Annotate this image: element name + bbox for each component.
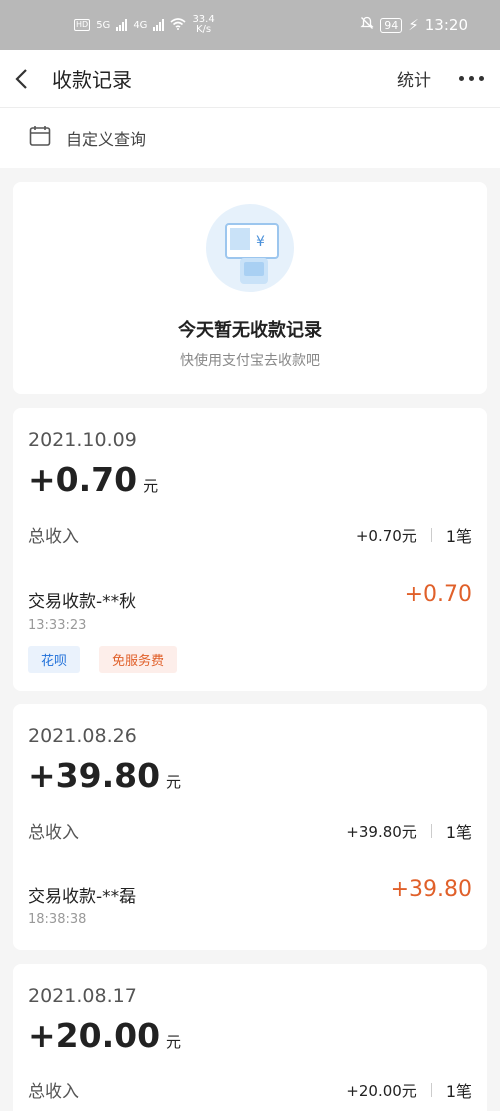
sim2-label: 4G	[133, 19, 148, 31]
empty-subtitle: 快使用支付宝去收款吧	[180, 353, 320, 369]
yuan-symbol: ¥	[256, 234, 265, 250]
back-icon[interactable]	[14, 64, 38, 94]
record-date: 2021.08.26	[28, 725, 137, 747]
empty-state-card: ¥ 今天暂无收款记录 快使用支付宝去收款吧	[13, 182, 487, 394]
income-label: 总收入	[28, 527, 79, 547]
income-value: +0.70元	[355, 526, 417, 545]
status-right: 94 ⚡ 13:20	[360, 16, 468, 34]
custom-query-label: 自定义查询	[66, 130, 147, 149]
transaction-count: 1笔	[445, 823, 472, 842]
transaction-count: 1笔	[445, 1082, 472, 1101]
transaction-name: 交易收款-**磊	[28, 887, 137, 907]
tag-fee-free: 免服务费	[99, 646, 178, 673]
transaction-name: 交易收款-**秋	[28, 592, 137, 612]
record-amount-unit: 元	[166, 1033, 182, 1051]
navbar: 收款记录 统计	[0, 50, 500, 108]
net-speed: 33.4 K/s	[192, 15, 214, 35]
signal-icon	[116, 19, 128, 31]
tag-huabei: 花呗	[28, 646, 81, 673]
income-summary: +0.70元 1笔	[356, 523, 472, 547]
income-summary: +39.80元 1笔	[346, 819, 472, 843]
transaction-amount: +39.80	[390, 877, 472, 902]
record-amount-unit: 元	[166, 773, 182, 791]
battery-icon: 94	[380, 17, 403, 33]
income-value: +39.80元	[346, 822, 417, 841]
income-label: 总收入	[28, 1082, 79, 1102]
record-amount-unit: 元	[143, 477, 159, 495]
empty-title: 今天暂无收款记录	[178, 320, 322, 341]
record-amount: +20.00 元	[28, 1016, 181, 1055]
record-card[interactable]: 2021.08.26 +39.80 元 总收入 +39.80元 1笔 交易收款-**…	[13, 704, 487, 950]
sim1-label: 5G	[96, 19, 111, 31]
net-speed-unit: K/s	[196, 24, 212, 35]
charging-icon: ⚡	[408, 16, 419, 34]
record-card[interactable]: 2021.10.09 +0.70 元 总收入 +0.70元 1笔 交易收款-**秋 …	[13, 408, 487, 691]
stats-button[interactable]: 统计	[397, 66, 431, 91]
record-date: 2021.08.17	[28, 985, 137, 1007]
record-amount-value: +39.80	[28, 756, 161, 795]
status-left: HD 5G 4G 33.4 K/s	[74, 15, 215, 35]
record-date: 2021.10.09	[28, 429, 137, 451]
income-value: +20.00元	[346, 1081, 417, 1100]
transaction-amount: +0.70	[404, 582, 472, 607]
custom-query-row[interactable]: 自定义查询	[0, 108, 500, 168]
signal-icon	[153, 19, 165, 31]
income-summary: +20.00元 1笔	[346, 1078, 472, 1102]
hd-badge: HD	[74, 19, 91, 31]
more-options-icon[interactable]	[459, 76, 484, 81]
clock: 13:20	[424, 16, 468, 34]
transaction-count: 1笔	[445, 527, 472, 546]
transaction-time: 18:38:38	[28, 912, 87, 927]
empty-illustration: ¥	[204, 202, 296, 298]
status-bar: HD 5G 4G 33.4 K/s 94 ⚡ 13:20	[0, 0, 500, 50]
calendar-icon	[28, 124, 52, 152]
wifi-icon	[170, 17, 186, 33]
record-amount: +0.70 元	[28, 460, 158, 499]
mute-icon	[360, 16, 374, 34]
record-amount-value: +20.00	[28, 1016, 161, 1055]
income-label: 总收入	[28, 823, 79, 843]
record-amount-value: +0.70	[28, 460, 138, 499]
record-card[interactable]: 2021.08.17 +20.00 元 总收入 +20.00元 1笔	[13, 964, 487, 1111]
transaction-time: 13:33:23	[28, 618, 87, 633]
page-title: 收款记录	[52, 68, 132, 92]
record-amount: +39.80 元	[28, 756, 181, 795]
